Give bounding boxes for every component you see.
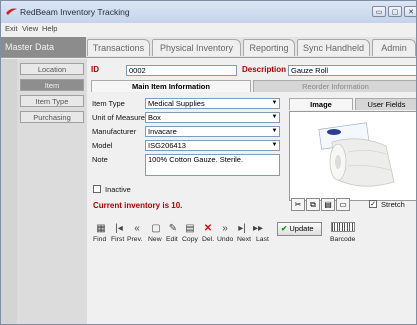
menu-exit[interactable]: Exit xyxy=(5,24,18,33)
minimize-button[interactable]: ▭ xyxy=(372,6,386,17)
inactive-label: Inactive xyxy=(105,185,131,194)
sidebar-item-item[interactable]: Item xyxy=(20,79,84,91)
id-label: ID xyxy=(91,65,99,74)
first-icon[interactable]: |◂ xyxy=(111,222,127,236)
model-label: Model xyxy=(92,141,113,150)
copy-label: Copy xyxy=(182,236,198,243)
close-button[interactable]: ✕ xyxy=(404,6,416,17)
undo-label: Undo xyxy=(217,236,234,243)
sidebar-item-purchasing[interactable]: Purchasing xyxy=(20,111,84,123)
id-field[interactable]: 0002 xyxy=(126,65,237,76)
find-label: Find xyxy=(93,236,107,243)
copy-icon[interactable]: ⧉ xyxy=(306,198,320,211)
delete-label: Del. xyxy=(202,236,215,243)
next-label: Next xyxy=(237,236,251,243)
cut-icon[interactable]: ✂ xyxy=(291,198,305,211)
menu-view[interactable]: View xyxy=(22,24,38,33)
open-folder-icon[interactable]: ▭ xyxy=(336,198,350,211)
stretch-checkbox[interactable]: ✓ xyxy=(369,200,377,208)
undo-icon[interactable]: » xyxy=(217,222,233,236)
chevron-down-icon: ▼ xyxy=(271,114,278,120)
inactive-checkbox[interactable] xyxy=(93,185,101,193)
copy-record-icon[interactable]: ▤ xyxy=(182,222,198,236)
chevron-down-icon: ▼ xyxy=(271,128,278,134)
item-type-label: Item Type xyxy=(92,99,125,108)
last-label: Last xyxy=(256,236,269,243)
manufacturer-value: Invacare xyxy=(148,127,177,136)
new-label: New xyxy=(148,236,162,243)
tab-physical-inventory[interactable]: Physical Inventory xyxy=(152,39,241,56)
menu-help[interactable]: Help xyxy=(42,24,57,33)
manufacturer-select[interactable]: Invacare ▼ xyxy=(145,126,280,137)
prev-icon[interactable]: « xyxy=(129,222,145,236)
next-icon[interactable]: ▸| xyxy=(234,222,250,236)
chevron-down-icon: ▼ xyxy=(271,142,278,148)
chevron-down-icon: ▼ xyxy=(271,100,278,106)
description-label: Description xyxy=(242,65,287,74)
item-form: ID 0002 Description Gauze Roll Main Item… xyxy=(87,59,416,324)
uom-select[interactable]: Box ▼ xyxy=(145,112,280,123)
tab-reorder-information[interactable]: Reorder Information xyxy=(253,80,416,92)
inventory-status: Current inventory is 10. xyxy=(93,201,183,210)
note-label: Note xyxy=(92,155,108,164)
first-label: First xyxy=(111,236,125,243)
title-bar: RedBeam Inventory Tracking ▭ ▢ ✕ xyxy=(1,1,416,23)
last-icon[interactable]: ▸▸ xyxy=(250,222,266,236)
manufacturer-label: Manufacturer xyxy=(92,127,137,136)
update-label: Update xyxy=(289,224,314,233)
item-image-panel xyxy=(289,111,416,201)
update-button[interactable]: ✔ Update xyxy=(277,222,322,236)
sidebar-item-item-type[interactable]: Item Type xyxy=(20,95,84,107)
tab-reporting[interactable]: Reporting xyxy=(243,39,295,56)
app-window: RedBeam Inventory Tracking ▭ ▢ ✕ Exit Vi… xyxy=(0,0,417,325)
tab-sync-handheld[interactable]: Sync Handheld xyxy=(297,39,370,56)
redbeam-logo-icon xyxy=(6,8,17,15)
tab-master-data[interactable]: Master Data xyxy=(1,37,86,57)
sidebar-item-location[interactable]: Location xyxy=(20,63,84,75)
barcode-icon[interactable] xyxy=(331,222,355,232)
uom-value: Box xyxy=(148,113,161,122)
gauze-roll-image xyxy=(318,122,395,187)
edit-label: Edit xyxy=(166,236,178,243)
tab-main-item-information[interactable]: Main Item Information xyxy=(91,80,251,92)
tab-transactions[interactable]: Transactions xyxy=(87,39,150,56)
uom-label: Unit of Measure xyxy=(92,113,145,122)
model-value: ISG206413 xyxy=(148,141,186,150)
paste-icon[interactable]: ▤ xyxy=(321,198,335,211)
find-icon[interactable]: ▦ xyxy=(93,222,109,236)
checkmark-icon: ✔ xyxy=(281,224,288,233)
description-field[interactable]: Gauze Roll xyxy=(288,65,416,76)
delete-icon[interactable]: ✕ xyxy=(200,222,216,236)
sidebar: Location Item Item Type Purchasing xyxy=(17,59,88,324)
edit-icon[interactable]: ✎ xyxy=(165,222,181,236)
left-strip xyxy=(1,59,17,324)
new-icon[interactable]: ▢ xyxy=(148,222,164,236)
item-type-select[interactable]: Medical Supplies ▼ xyxy=(145,98,280,109)
item-type-value: Medical Supplies xyxy=(148,99,205,108)
barcode-label: Barcode xyxy=(330,236,356,243)
maximize-button[interactable]: ▢ xyxy=(388,6,402,17)
prev-label: Prev. xyxy=(127,236,143,243)
window-title: RedBeam Inventory Tracking xyxy=(20,7,130,17)
note-textarea[interactable]: 100% Cotton Gauze. Sterile. xyxy=(145,154,280,176)
main-tab-strip: Master Data Transactions Physical Invent… xyxy=(1,37,416,58)
tab-image[interactable]: Image xyxy=(289,98,353,110)
stretch-label: Stretch xyxy=(381,200,405,209)
tab-user-fields[interactable]: User Fields xyxy=(355,98,416,110)
model-select[interactable]: ISG206413 ▼ xyxy=(145,140,280,151)
menu-bar: Exit View Help xyxy=(1,23,416,35)
tab-admin[interactable]: Admin xyxy=(372,39,416,56)
